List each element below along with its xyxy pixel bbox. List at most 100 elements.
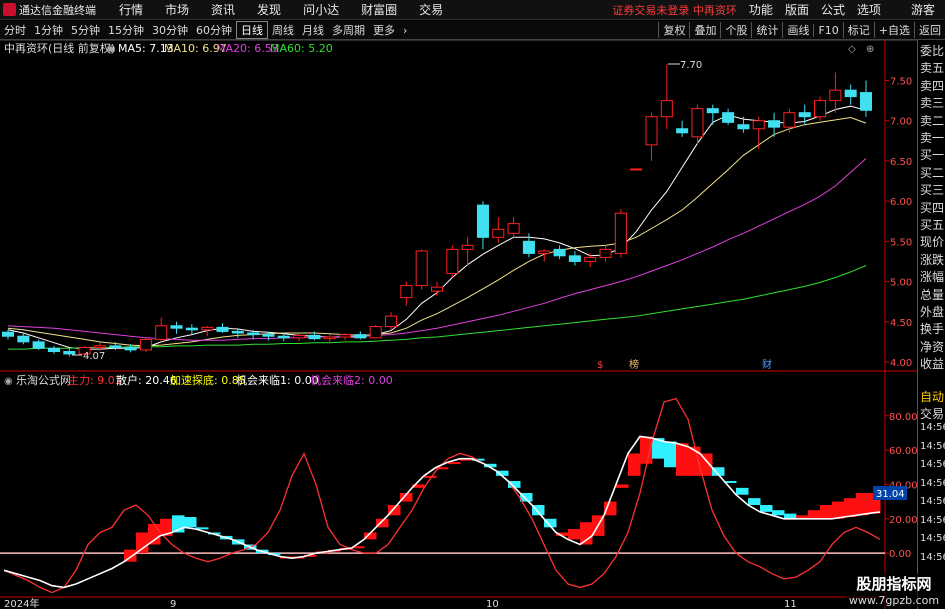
price-tick-label: 5.50 <box>890 237 912 248</box>
period-daily[interactable]: 日线 <box>236 21 268 39</box>
right-panel-item[interactable]: 净资 <box>920 338 944 355</box>
chart-canvas[interactable]: 中再资环(日线 前复权) ◉ MA5: 7.13 MA10: 6.97 MA20… <box>0 40 917 609</box>
candle-down <box>476 204 489 238</box>
adjust-button[interactable]: 复权 <box>658 22 689 38</box>
price-tick-label: 6.50 <box>890 157 912 168</box>
candle-up <box>829 89 842 102</box>
candle-up <box>584 256 597 262</box>
menu-item-news[interactable]: 资讯 <box>200 1 246 18</box>
add-watchlist-button[interactable]: +自选 <box>873 22 914 38</box>
candle-down <box>216 326 229 332</box>
menu-item-market[interactable]: 市场 <box>154 1 200 18</box>
period-weekly[interactable]: 周线 <box>268 22 298 38</box>
event-mark-dollar[interactable]: $ <box>597 360 603 371</box>
period-1min[interactable]: 1分钟 <box>30 22 67 38</box>
right-panel-item[interactable]: 买五 <box>920 216 944 233</box>
right-panel-item[interactable]: 卖五 <box>920 59 944 76</box>
candle-up <box>752 120 765 130</box>
candle-up <box>415 250 428 287</box>
price-pane: 中再资环(日线 前复权) ◉ MA5: 7.13 MA10: 6.97 MA20… <box>0 40 917 609</box>
period-more[interactable]: 更多 <box>369 22 399 38</box>
draw-button[interactable]: 画线 <box>782 22 813 38</box>
candle-up <box>385 315 398 328</box>
settings-icon[interactable]: ⊕ <box>866 44 874 55</box>
chevron-right-icon[interactable]: › <box>399 24 411 37</box>
stock-button[interactable]: 个股 <box>720 22 751 38</box>
indicator-eye-icon[interactable]: ◉ <box>4 376 13 387</box>
candle-down <box>231 330 244 334</box>
right-panel-item[interactable]: 卖一 <box>920 129 944 146</box>
login-status[interactable]: 证券交易未登录 中再资环 <box>612 2 737 18</box>
indicator-block-red <box>832 501 845 519</box>
right-panel-item[interactable]: 买四 <box>920 199 944 216</box>
period-15min[interactable]: 15分钟 <box>104 22 148 38</box>
right-panel-item[interactable]: 买二 <box>920 164 944 181</box>
period-30min[interactable]: 30分钟 <box>148 22 192 38</box>
menu-item-discover[interactable]: 发现 <box>246 1 292 18</box>
candle-down <box>308 334 321 340</box>
menu-item-layout[interactable]: 版面 <box>779 1 815 18</box>
indicator-pane: ◉ 乐淘公式网 主力: 9.03 散户: 20.46 加速探底: 0.85 机会… <box>0 373 917 594</box>
candle-up <box>783 112 796 128</box>
indicator-accel-bottom: 加速探底: 0.85 <box>170 373 246 387</box>
candle-down <box>1 331 15 337</box>
ma-line-ma10 <box>7 116 867 347</box>
right-panel-item[interactable]: 买一 <box>920 146 944 163</box>
right-panel-item[interactable]: 交易 <box>920 405 944 422</box>
price-tick-label: 5.00 <box>890 278 912 289</box>
price-axis: 4.00 4.50 5.00 5.50 6.00 6.50 7.00 7.50 <box>885 77 912 369</box>
period-60min[interactable]: 60分钟 <box>192 22 236 38</box>
eye-icon[interactable]: ◉ <box>106 42 116 55</box>
right-quote-panel: 委比 卖五 卖四 卖三 卖二 卖一 买一 买二 买三 买四 买五 现价 涨跌 涨幅 总量 外盘 换手 净资 收益自动… <box>917 40 945 609</box>
right-panel-item[interactable]: 换手 <box>920 320 944 337</box>
right-panel-item[interactable]: 卖二 <box>920 112 944 129</box>
menu-item-trade[interactable]: 交易 <box>408 1 454 18</box>
watermark-title: 股朋指标网 <box>856 575 932 593</box>
menu-item-quotes[interactable]: 行情 <box>108 1 154 18</box>
back-button[interactable]: 返回 <box>914 22 945 38</box>
right-panel-item[interactable]: 卖三 <box>920 94 944 111</box>
right-panel-item[interactable]: 卖四 <box>920 77 944 94</box>
f10-button[interactable]: F10 <box>813 23 842 37</box>
period-5min[interactable]: 5分钟 <box>67 22 104 38</box>
right-panel-item[interactable]: 外盘 <box>920 303 944 320</box>
guest-button[interactable]: 游客 <box>887 1 945 18</box>
indicator-chance1: 机会来临1: 0.00 <box>236 373 319 387</box>
candle-down <box>798 112 811 118</box>
event-mark-finance[interactable]: 财 <box>762 358 772 371</box>
candle-up <box>323 336 336 340</box>
right-panel-item[interactable]: 涨幅 <box>920 268 944 285</box>
menu-item-ask[interactable]: 问小达 <box>292 1 350 18</box>
right-panel-item[interactable]: 买三 <box>920 181 944 198</box>
moving-average-lines <box>7 105 867 350</box>
mark-button[interactable]: 标记 <box>842 22 874 38</box>
event-mark-rank[interactable]: 榜 <box>629 358 639 371</box>
menu-item-function[interactable]: 功能 <box>743 1 779 18</box>
app-logo[interactable]: 通达信金融终端 <box>0 2 108 18</box>
overlay-button[interactable]: 叠加 <box>689 22 720 38</box>
menu-item-wealth[interactable]: 财富圈 <box>350 1 408 18</box>
right-panel-item[interactable]: 委比 <box>920 42 944 59</box>
stats-button[interactable]: 统计 <box>751 22 782 38</box>
high-price-label: 7.70 <box>680 60 702 71</box>
right-panel-item[interactable]: 总量 <box>920 286 944 303</box>
right-panel-item[interactable]: 自动 <box>920 388 944 405</box>
indicator-tick-label: 60.00 <box>889 446 917 457</box>
period-intraday[interactable]: 分时 <box>0 22 30 38</box>
toolbar-right: 复权 叠加 个股 统计 画线 F10 标记 +自选 返回 <box>658 22 945 38</box>
candle-up <box>339 334 352 338</box>
right-panel-item[interactable]: 涨跌 <box>920 251 944 268</box>
right-panel-item[interactable]: 收益 <box>920 355 944 372</box>
menu-item-options[interactable]: 选项 <box>851 1 887 18</box>
diamond-icon[interactable]: ◇ <box>848 44 856 55</box>
ma-line-ma5 <box>7 105 867 350</box>
price-tick-label: 7.50 <box>890 77 912 88</box>
price-tick-label: 4.50 <box>890 318 912 329</box>
period-monthly[interactable]: 月线 <box>298 22 328 38</box>
site-watermark: 股朋指标网 www.7gpzb.com <box>845 573 943 607</box>
right-panel-item[interactable]: 现价 <box>920 233 944 250</box>
app-title: 通达信金融终端 <box>19 3 96 17</box>
menu-item-formula[interactable]: 公式 <box>815 1 851 18</box>
period-multi[interactable]: 多周期 <box>328 22 369 38</box>
indicator-block-cyan <box>760 505 773 512</box>
